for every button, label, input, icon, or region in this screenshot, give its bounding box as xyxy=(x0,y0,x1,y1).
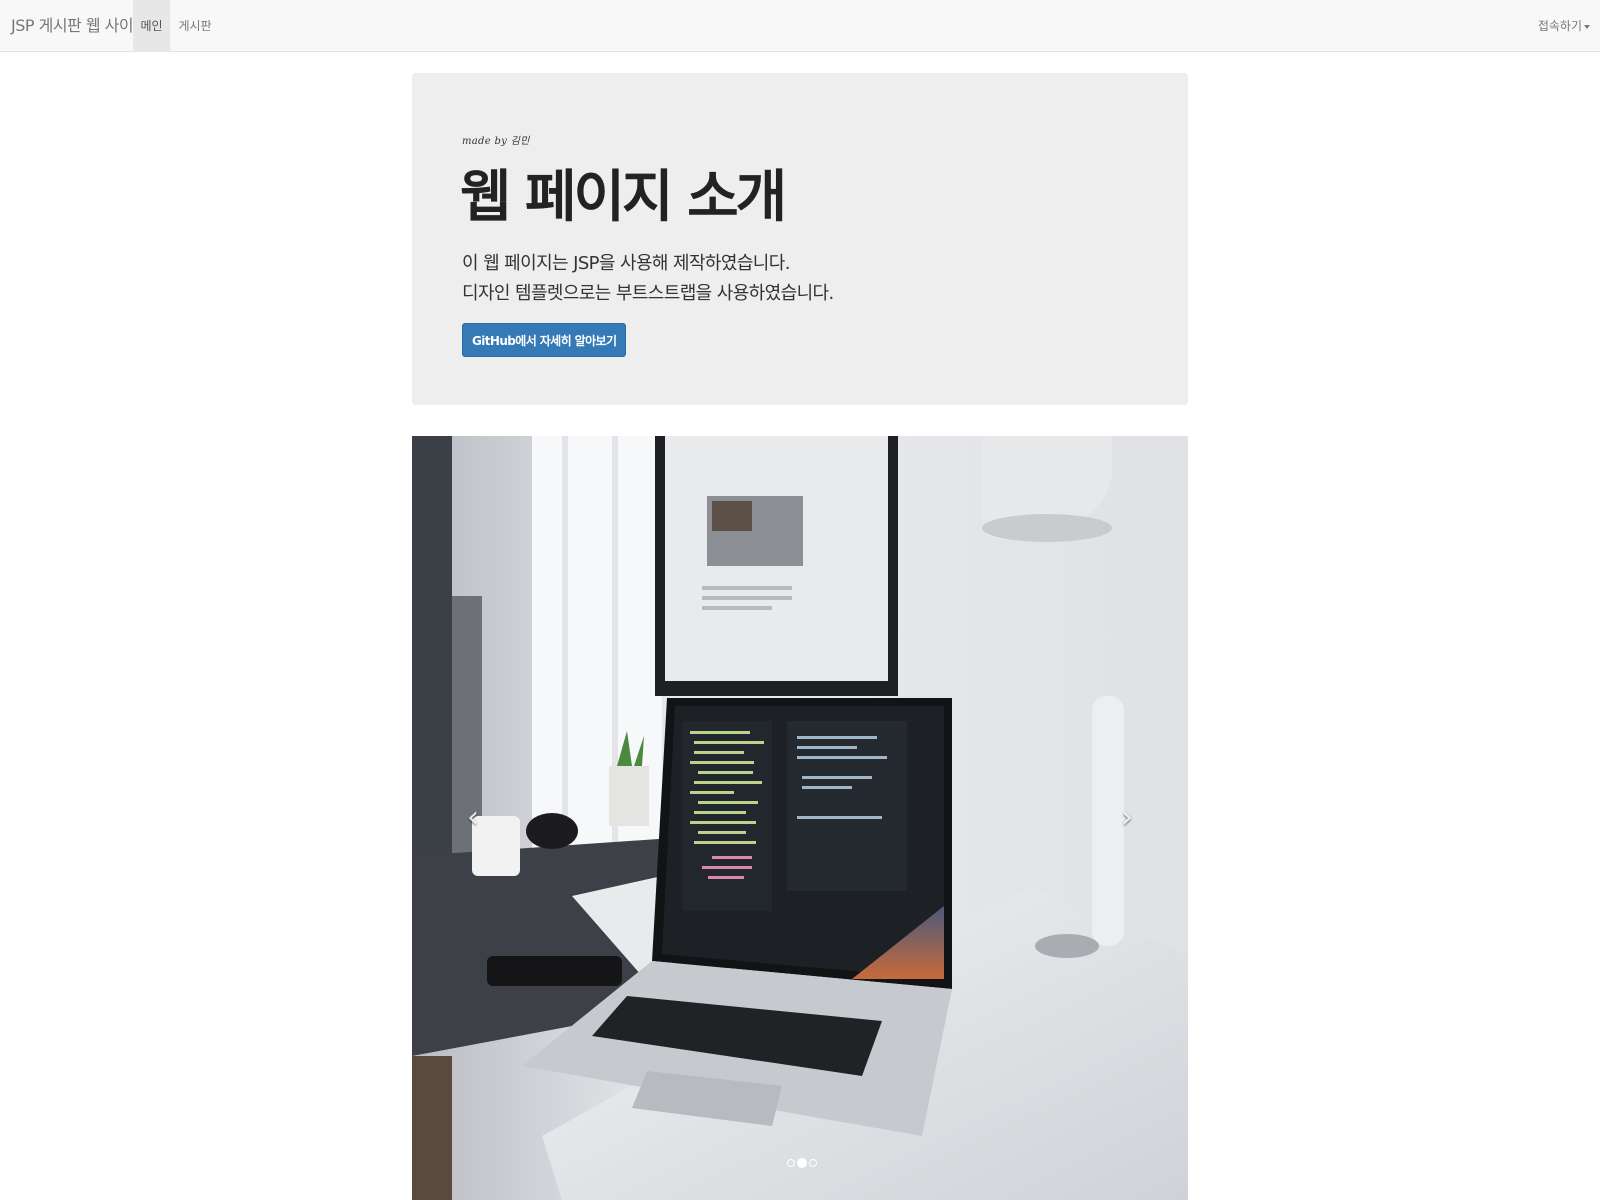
page-title: 웹 페이지 소개 xyxy=(460,165,787,230)
made-by-text: made by 김민 xyxy=(462,136,530,147)
caret-down-icon xyxy=(1584,24,1590,29)
carousel-indicator[interactable] xyxy=(787,1158,795,1167)
github-button[interactable]: GitHub에서 자세히 알아보기 xyxy=(462,323,627,357)
nav-item-board[interactable]: 게시판 xyxy=(178,0,212,52)
nav-item-main[interactable]: 메인 xyxy=(133,0,170,52)
jumbotron: made by 김민 웹 페이지 소개 이 웹 페이지는 JSP을 사용해 제작… xyxy=(412,73,1188,405)
image-carousel[interactable]: ‹ › xyxy=(412,436,1188,1200)
navbar: JSP 게시판 웹 사이트 메인 게시판 접속하기 xyxy=(0,0,1600,52)
intro-line-1: 이 웹 페이지는 JSP을 사용해 제작하였습니다. xyxy=(462,253,790,274)
carousel-next-icon[interactable]: › xyxy=(1112,798,1142,838)
carousel-indicators xyxy=(786,1152,818,1168)
navbar-brand[interactable]: JSP 게시판 웹 사이트 xyxy=(11,0,148,52)
carousel-indicator[interactable] xyxy=(809,1158,817,1167)
intro-text: 이 웹 페이지는 JSP을 사용해 제작하였습니다. 디자인 템플렛으로는 부트… xyxy=(462,249,834,309)
carousel-prev-icon[interactable]: ‹ xyxy=(458,798,488,838)
carousel-indicator-active[interactable] xyxy=(797,1157,807,1168)
login-dropdown[interactable]: 접속하기 xyxy=(1538,0,1590,52)
intro-line-2: 디자인 템플렛으로는 부트스트랩을 사용하였습니다. xyxy=(462,283,834,304)
carousel-slide-image xyxy=(412,436,1188,1200)
login-dropdown-label: 접속하기 xyxy=(1537,19,1582,33)
